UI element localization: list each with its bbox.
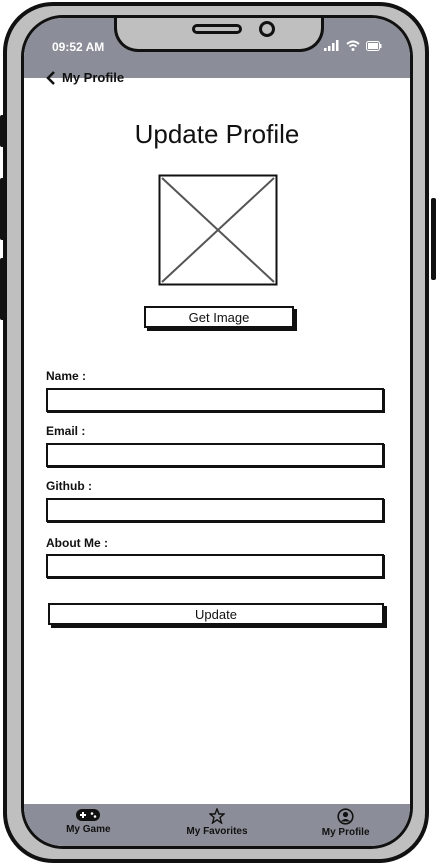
tab-my-game-label: My Game — [66, 824, 111, 835]
side-button-volume-down — [0, 258, 5, 320]
chevron-left-icon — [46, 70, 55, 85]
name-label: Name : — [46, 369, 87, 383]
gamepad-icon — [76, 809, 101, 821]
image-placeholder-icon — [158, 174, 278, 286]
back-button-label: My Profile — [62, 70, 125, 85]
status-bar: 09:52 AM My Profile — [24, 18, 410, 85]
tab-my-profile-label: My Profile — [321, 827, 370, 838]
speaker-icon — [192, 24, 242, 34]
wifi-icon — [346, 40, 360, 51]
status-icons — [324, 40, 382, 51]
back-button[interactable]: My Profile — [46, 70, 124, 85]
side-button-power — [431, 198, 436, 280]
side-button-silent — [0, 115, 5, 147]
tab-my-favorites[interactable]: My Favorites — [167, 804, 267, 837]
tab-my-game[interactable]: My Game — [38, 804, 138, 835]
tab-my-favorites-label: My Favorites — [186, 826, 248, 837]
email-input[interactable] — [46, 443, 384, 467]
about-me-label: About Me : — [46, 536, 108, 550]
battery-icon — [366, 40, 382, 51]
notch — [114, 18, 324, 52]
user-circle-icon — [337, 808, 354, 825]
email-label: Email : — [46, 424, 86, 438]
github-label: Github : — [46, 479, 92, 493]
phone-screen: 09:52 AM My Profile Update Profile Get I… — [21, 15, 413, 849]
about-me-input[interactable] — [46, 554, 384, 578]
side-button-volume-up — [0, 178, 5, 240]
signal-icon — [324, 40, 339, 51]
status-time: 09:52 AM — [52, 40, 105, 54]
name-input[interactable] — [46, 388, 384, 412]
tab-my-profile[interactable]: My Profile — [296, 804, 396, 838]
update-button[interactable]: Update — [48, 603, 384, 625]
camera-icon — [259, 21, 275, 37]
github-input[interactable] — [46, 498, 384, 522]
star-icon — [208, 808, 225, 824]
tab-bar: My Game My Favorites My Profile — [24, 804, 410, 846]
page-title: Update Profile — [134, 119, 300, 149]
get-image-button[interactable]: Get Image — [144, 306, 294, 328]
